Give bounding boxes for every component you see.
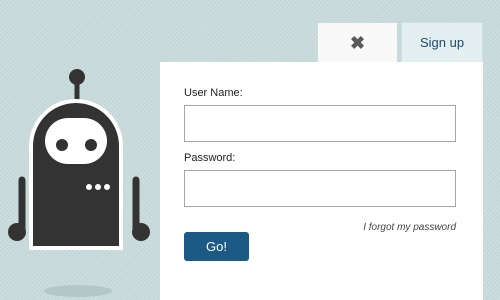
robot-left-hand bbox=[8, 223, 26, 241]
tab-sign-up[interactable]: Sign up bbox=[401, 22, 483, 62]
robot-shadow bbox=[44, 285, 112, 297]
password-input[interactable] bbox=[184, 170, 456, 207]
robot-dot bbox=[104, 184, 110, 190]
robot-dot bbox=[95, 184, 101, 190]
login-panel: User Name: Password: I forgot my passwor… bbox=[160, 62, 483, 300]
robot-dot bbox=[86, 184, 92, 190]
robot-right-hand bbox=[132, 223, 150, 241]
robot-antenna-ball bbox=[69, 69, 85, 85]
go-button[interactable]: Go! bbox=[184, 232, 249, 261]
forgot-password-link[interactable]: I forgot my password bbox=[363, 222, 456, 233]
username-input[interactable] bbox=[184, 105, 456, 142]
robot-right-eye bbox=[85, 139, 97, 151]
username-label: User Name: bbox=[184, 87, 243, 99]
tab-sign-up-label: Sign up bbox=[419, 35, 465, 50]
password-label: Password: bbox=[184, 152, 236, 164]
close-tab[interactable]: ✖ bbox=[317, 22, 398, 62]
robot-mascot-icon bbox=[8, 69, 150, 297]
robot-left-eye bbox=[56, 139, 68, 151]
close-icon: ✖ bbox=[349, 32, 366, 53]
robot-face bbox=[45, 118, 107, 164]
